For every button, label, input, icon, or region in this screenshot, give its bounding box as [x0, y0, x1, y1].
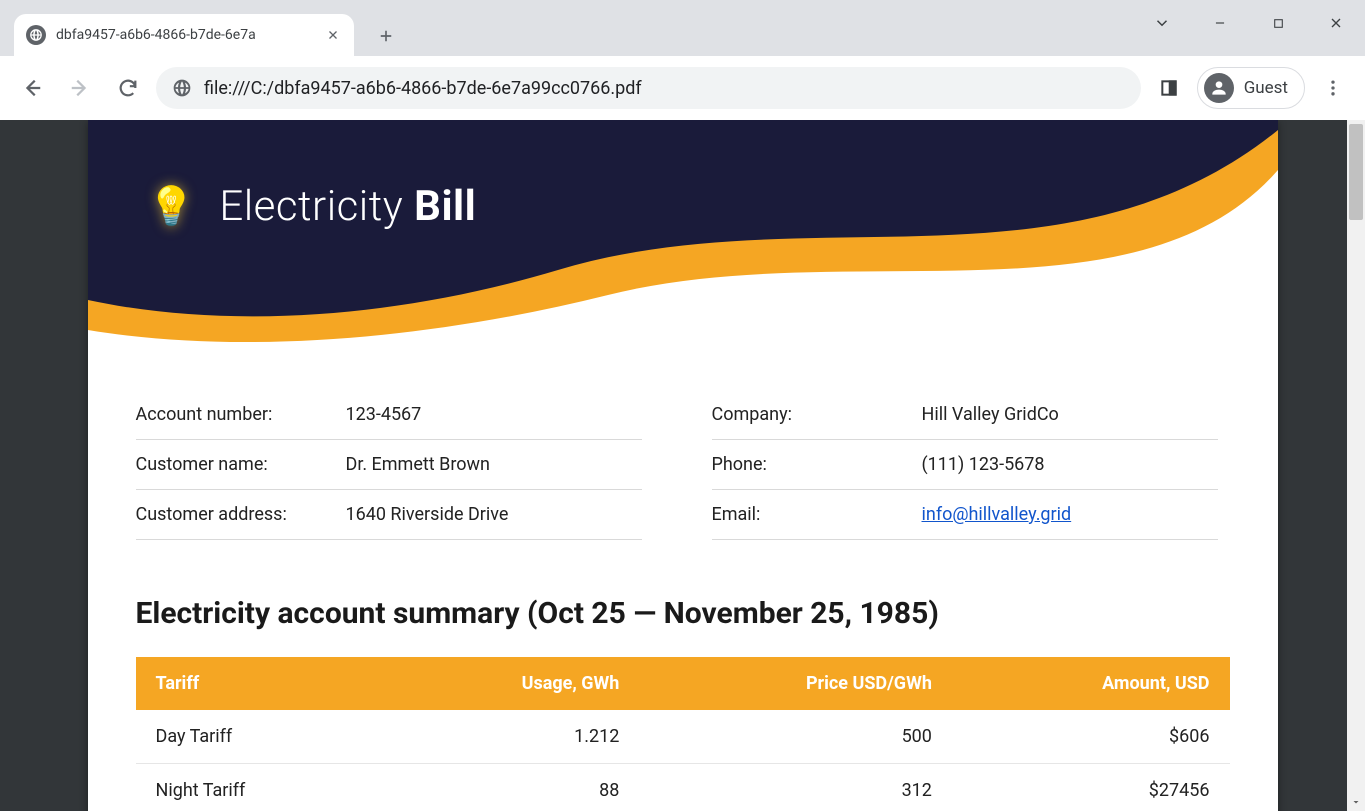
- company-value: Hill Valley GridCo: [922, 404, 1218, 425]
- close-tab-icon[interactable]: [324, 26, 342, 44]
- summary-section: Electricity account summary (Oct 25 — No…: [88, 540, 1278, 811]
- tab-title: dbfa9457-a6b6-4866-b7de-6e7a: [56, 27, 314, 43]
- globe-icon: [172, 78, 192, 98]
- cell-usage: 1.212: [380, 710, 639, 764]
- url-text: file:///C:/dbfa9457-a6b6-4866-b7de-6e7a9…: [204, 78, 642, 99]
- col-tariff: Tariff: [136, 657, 380, 710]
- cell-usage: 88: [380, 764, 639, 811]
- table-row: Night Tariff 88 312 $27456: [136, 764, 1230, 811]
- browser-tab[interactable]: dbfa9457-a6b6-4866-b7de-6e7a: [14, 14, 354, 56]
- tariff-table: Tariff Usage, GWh Price USD/GWh Amount, …: [136, 657, 1230, 811]
- address-bar[interactable]: file:///C:/dbfa9457-a6b6-4866-b7de-6e7a9…: [156, 67, 1141, 109]
- back-button[interactable]: [12, 68, 52, 108]
- company-label: Company:: [712, 404, 922, 425]
- company-column: Company: Hill Valley GridCo Phone: (111)…: [712, 390, 1218, 540]
- browser-toolbar: file:///C:/dbfa9457-a6b6-4866-b7de-6e7a9…: [0, 56, 1365, 120]
- maximize-button[interactable]: [1249, 0, 1307, 46]
- new-tab-button[interactable]: [370, 20, 402, 52]
- phone-value: (111) 123-5678: [922, 454, 1218, 475]
- info-row: Email: info@hillvalley.grid: [712, 490, 1218, 540]
- caret-down-icon[interactable]: [1133, 0, 1191, 46]
- email-label: Email:: [712, 504, 922, 525]
- close-window-button[interactable]: [1307, 0, 1365, 46]
- customer-address-value: 1640 Riverside Drive: [346, 504, 642, 525]
- forward-button[interactable]: [60, 68, 100, 108]
- account-number-label: Account number:: [136, 404, 346, 425]
- browser-chrome: dbfa9457-a6b6-4866-b7de-6e7a: [0, 0, 1365, 120]
- window-controls: [1133, 0, 1365, 46]
- profile-chip[interactable]: Guest: [1197, 67, 1305, 109]
- bill-header: 💡 Electricity Bill: [88, 120, 1278, 350]
- minimize-button[interactable]: [1191, 0, 1249, 46]
- table-row: Day Tariff 1.212 500 $606: [136, 710, 1230, 764]
- tab-bar: dbfa9457-a6b6-4866-b7de-6e7a: [0, 0, 1365, 56]
- title-light: Electricity: [219, 182, 403, 231]
- profile-label: Guest: [1244, 78, 1288, 98]
- info-row: Account number: 123-4567: [136, 390, 642, 440]
- cell-price: 500: [639, 710, 952, 764]
- customer-name-value: Dr. Emmett Brown: [346, 454, 642, 475]
- phone-label: Phone:: [712, 454, 922, 475]
- col-price: Price USD/GWh: [639, 657, 952, 710]
- info-row: Company: Hill Valley GridCo: [712, 390, 1218, 440]
- customer-name-label: Customer name:: [136, 454, 346, 475]
- email-link[interactable]: info@hillvalley.grid: [922, 504, 1072, 525]
- avatar-icon: [1204, 73, 1234, 103]
- customer-address-label: Customer address:: [136, 504, 346, 525]
- scroll-thumb[interactable]: [1349, 124, 1363, 220]
- summary-title: Electricity account summary (Oct 25 — No…: [136, 596, 1230, 631]
- cell-tariff: Night Tariff: [136, 764, 380, 811]
- title-bold: Bill: [414, 182, 476, 231]
- globe-icon: [26, 25, 46, 45]
- info-row: Customer address: 1640 Riverside Drive: [136, 490, 642, 540]
- pdf-page: 💡 Electricity Bill Account number: 123-4…: [88, 120, 1278, 811]
- col-usage: Usage, GWh: [380, 657, 639, 710]
- scroll-down-icon[interactable]: [1347, 793, 1365, 811]
- cell-price: 312: [639, 764, 952, 811]
- customer-column: Account number: 123-4567 Customer name: …: [136, 390, 642, 540]
- col-amount: Amount, USD: [952, 657, 1230, 710]
- scrollbar[interactable]: [1347, 120, 1365, 811]
- menu-button[interactable]: [1313, 68, 1353, 108]
- info-row: Customer name: Dr. Emmett Brown: [136, 440, 642, 490]
- cell-amount: $606: [952, 710, 1230, 764]
- lightbulb-icon: 💡: [148, 185, 196, 229]
- side-panel-icon[interactable]: [1149, 68, 1189, 108]
- pdf-viewer: 💡 Electricity Bill Account number: 123-4…: [0, 120, 1365, 811]
- cell-amount: $27456: [952, 764, 1230, 811]
- reload-button[interactable]: [108, 68, 148, 108]
- account-number-value: 123-4567: [346, 404, 642, 425]
- cell-tariff: Day Tariff: [136, 710, 380, 764]
- info-row: Phone: (111) 123-5678: [712, 440, 1218, 490]
